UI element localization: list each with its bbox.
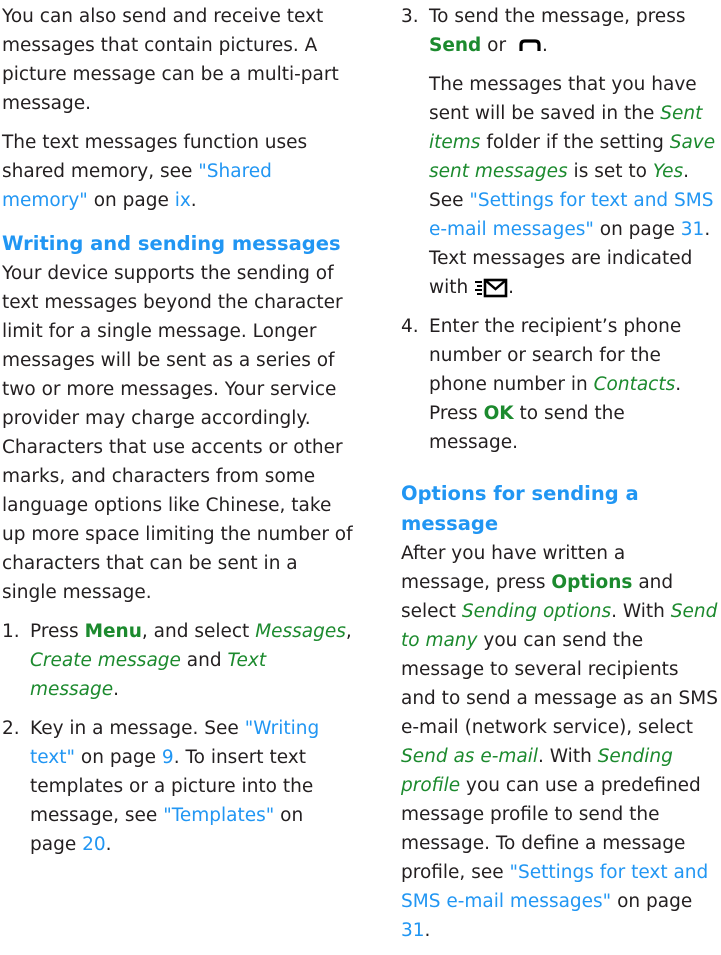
step-1: 1. Press Menu, and select Messages, Crea… bbox=[2, 621, 352, 700]
left-column: You can also send and receive text messa… bbox=[2, 2, 354, 869]
steps-list-left: 1. Press Menu, and select Messages, Crea… bbox=[2, 617, 354, 859]
manual-page: You can also send and receive text messa… bbox=[0, 0, 721, 941]
page-9-link[interactable]: 9 bbox=[162, 747, 174, 768]
send-as-email-item: Send as e-mail bbox=[401, 746, 539, 767]
page-31-link-2[interactable]: 31 bbox=[401, 920, 425, 941]
steps-list-right: 3. To send the message, press Send or . … bbox=[401, 2, 719, 457]
step-3-instruction: To send the message, press Send or . bbox=[429, 6, 686, 56]
yes-value: Yes bbox=[652, 161, 684, 182]
options-body: After you have written a message, press … bbox=[401, 543, 718, 941]
step-3: 3. To send the message, press Send or . … bbox=[401, 2, 719, 302]
page-ix-link[interactable]: ix bbox=[175, 190, 191, 211]
send-key-label: Send bbox=[429, 35, 482, 56]
step-2: 2. Key in a message. See "Writing text" … bbox=[2, 718, 320, 855]
step-4: 4. Enter the recipient’s phone number or… bbox=[401, 316, 682, 453]
intro-paragraph: You can also send and receive text messa… bbox=[2, 6, 339, 114]
page-31-link[interactable]: 31 bbox=[681, 219, 705, 240]
create-message-item: Create message bbox=[30, 650, 181, 671]
templates-link[interactable]: "Templates" bbox=[163, 805, 274, 826]
contacts-item: Contacts bbox=[593, 374, 676, 395]
ok-key-label: OK bbox=[483, 403, 514, 424]
right-column: 3. To send the message, press Send or . … bbox=[401, 2, 719, 955]
page-20-link[interactable]: 20 bbox=[82, 834, 106, 855]
step-3-note: The messages that you have sent will be … bbox=[429, 74, 716, 298]
writing-sending-body: Your device supports the sending of text… bbox=[2, 263, 353, 603]
writing-sending-heading: Writing and sending messages bbox=[2, 232, 341, 255]
menu-key-label: Menu bbox=[84, 621, 142, 642]
end-key-icon bbox=[519, 39, 541, 51]
options-heading: Options for sending a message bbox=[401, 482, 639, 535]
messages-menu-item: Messages bbox=[255, 621, 346, 642]
options-key-label: Options bbox=[551, 572, 633, 593]
sending-options-item: Sending options bbox=[461, 601, 612, 622]
text-message-icon bbox=[475, 278, 508, 298]
shared-memory-paragraph: The text messages function uses shared m… bbox=[2, 132, 308, 211]
